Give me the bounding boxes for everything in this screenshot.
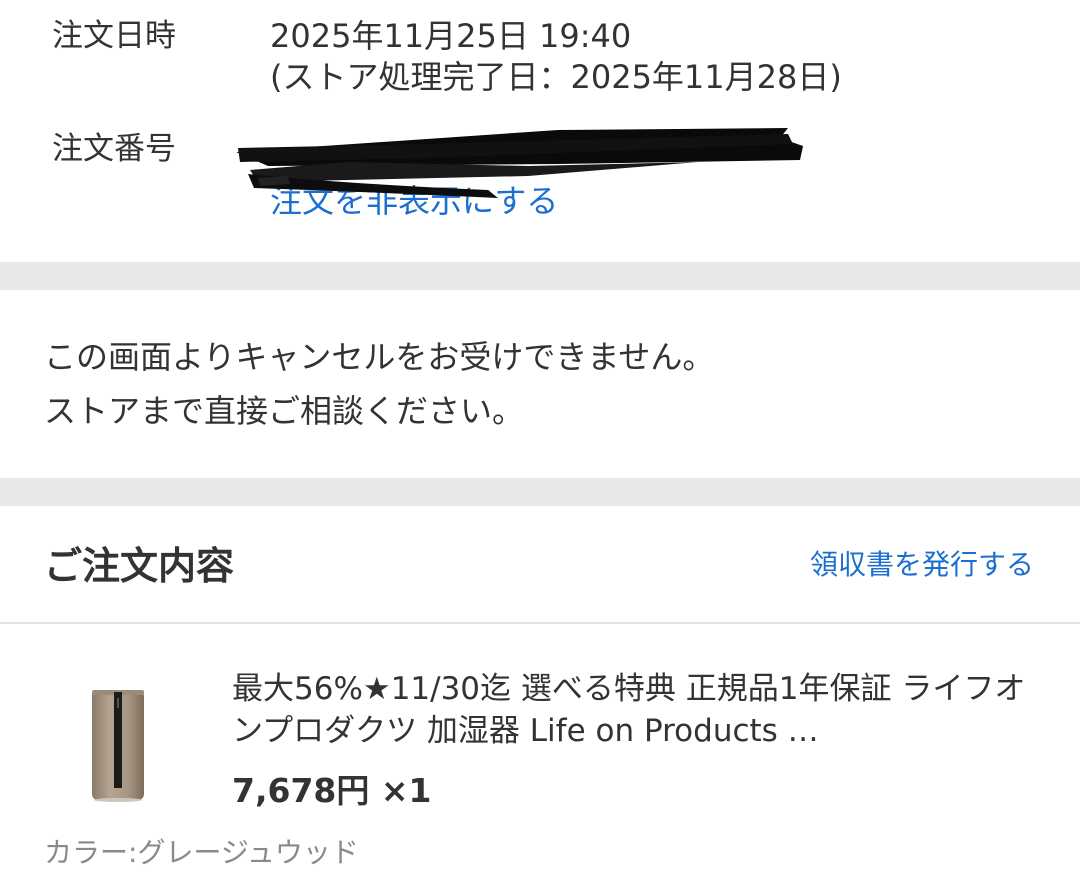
product-color: カラー:グレージュウッド: [44, 836, 359, 869]
section-divider: [0, 478, 1080, 506]
product-price: 7,678円 ×1: [232, 771, 432, 810]
order-number-label: 注文番号: [52, 131, 176, 167]
notice-line-1: この画面よりキャンセルをお受けできません。: [44, 338, 715, 376]
product-title[interactable]: 最大56%★11/30迄 選べる特典 正規品1年保証 ライフオンプロダクツ 加湿…: [232, 668, 1042, 756]
order-date-label: 注文日時: [52, 18, 176, 54]
order-detail-page: 注文日時 2025年11月25日 19:40 (ストア処理完了日：2025年11…: [0, 0, 1080, 878]
product-thumbnail[interactable]: [80, 684, 156, 804]
order-contents-title: ご注文内容: [44, 544, 235, 588]
issue-receipt-link[interactable]: 領収書を発行する: [810, 546, 1034, 584]
cancel-notice: この画面よりキャンセルをお受けできません。 ストアまで直接ご相談ください。: [0, 290, 1080, 478]
redaction-scribble: [236, 128, 803, 198]
notice-line-2: ストアまで直接ご相談ください。: [44, 392, 525, 430]
order-item[interactable]: 最大56%★11/30迄 選べる特典 正規品1年保証 ライフオンプロダクツ 加湿…: [0, 624, 1080, 878]
order-info-section: 注文日時 2025年11月25日 19:40 (ストア処理完了日：2025年11…: [0, 0, 1080, 262]
store-complete-date: (ストア処理完了日：2025年11月28日): [270, 58, 842, 96]
order-contents-header: ご注文内容 領収書を発行する: [0, 506, 1080, 624]
section-divider: [0, 262, 1080, 290]
order-date-value: 2025年11月25日 19:40: [270, 17, 632, 55]
title-fade: [232, 748, 832, 758]
